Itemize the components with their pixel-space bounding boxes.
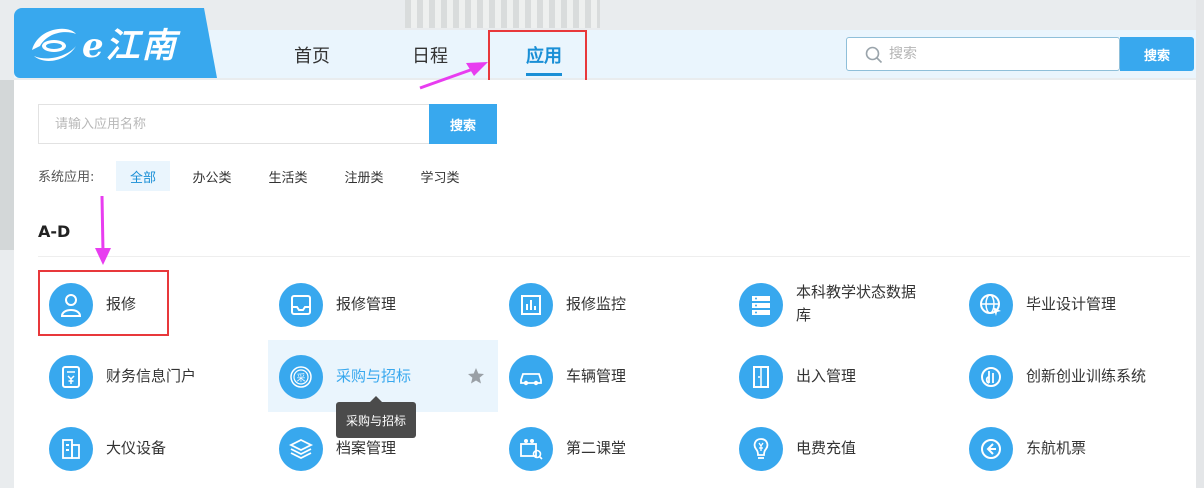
top-search-box[interactable]: [846, 37, 1120, 71]
app-label: 东航机票: [1026, 438, 1087, 457]
top-search-button[interactable]: 搜索: [1120, 37, 1194, 71]
nav-home[interactable]: 首页: [286, 40, 338, 70]
app-item-repair-monitor[interactable]: 报修监控: [498, 268, 728, 340]
monitor-chart-icon: [509, 283, 553, 327]
filter-office[interactable]: 办公类: [185, 161, 239, 191]
app-label: 大仪设备: [106, 438, 167, 457]
app-search-input[interactable]: [55, 116, 415, 132]
star-icon[interactable]: [467, 367, 485, 385]
yen-document-icon: [49, 355, 93, 399]
app-label: 采购与招标: [336, 366, 412, 385]
app-search-button[interactable]: 搜索: [429, 104, 497, 144]
app-item-teaching-database[interactable]: 本科教学状态数据库: [728, 268, 958, 340]
filter-all[interactable]: 全部: [116, 161, 170, 191]
app-label: 毕业设计管理: [1026, 294, 1117, 313]
app-label: 财务信息门户: [106, 366, 197, 385]
filter-label: 系统应用:: [38, 170, 95, 185]
classroom-search-icon: [509, 427, 553, 471]
arrow-circle-icon: [969, 427, 1013, 471]
nav-schedule[interactable]: 日程: [404, 40, 456, 70]
app-label: 档案管理: [336, 438, 397, 457]
app-item-electricity-recharge[interactable]: 电费充值: [728, 412, 958, 484]
app-label: 报修监控: [566, 294, 627, 313]
purchase-seal-icon: 采: [279, 355, 323, 399]
app-item-graduation-design[interactable]: 毕业设计管理: [958, 268, 1190, 340]
hand-circle-icon: [969, 355, 1013, 399]
globe-cursor-icon: [969, 283, 1013, 327]
svg-text:采: 采: [296, 373, 305, 384]
app-item-innovation-training[interactable]: 创新创业训练系统: [958, 340, 1190, 412]
background-building: [405, 0, 600, 28]
annotation-box-repair-app: [38, 270, 169, 336]
app-label: 车辆管理: [566, 366, 627, 385]
filter-registration[interactable]: 注册类: [337, 161, 391, 191]
background-strip-right: [1196, 0, 1204, 488]
app-search-box[interactable]: [38, 104, 430, 144]
logo-swoosh-icon: [32, 28, 76, 61]
layers-icon: [279, 427, 323, 471]
inbox-icon: [279, 283, 323, 327]
app-label: 本科教学状态数据库: [796, 283, 917, 324]
car-icon: [509, 355, 553, 399]
top-search-input[interactable]: [889, 46, 1089, 62]
door-icon: [739, 355, 783, 399]
filter-study[interactable]: 学习类: [413, 161, 467, 191]
building-icon: [49, 427, 93, 471]
app-label: 电费充值: [796, 438, 857, 457]
filter-life[interactable]: 生活类: [261, 161, 315, 191]
app-item-access-management[interactable]: 出入管理: [728, 340, 958, 412]
logo-text: e江南: [82, 26, 178, 66]
app-item-large-instruments[interactable]: 大仪设备: [38, 412, 268, 484]
logo[interactable]: e江南: [14, 8, 217, 78]
app-label: 报修管理: [336, 294, 397, 313]
search-icon: [865, 46, 883, 64]
app-item-finance-portal[interactable]: 财务信息门户: [38, 340, 268, 412]
app-item-repair-management[interactable]: 报修管理: [268, 268, 498, 340]
app-item-eastern-airline-tickets[interactable]: 东航机票: [958, 412, 1190, 484]
app-label: 出入管理: [796, 366, 857, 385]
app-label: 第二课堂: [566, 438, 627, 457]
server-icon: [739, 283, 783, 327]
tooltip: 采购与招标: [336, 396, 416, 438]
app-label: 创新创业训练系统: [1026, 366, 1147, 385]
app-item-second-classroom[interactable]: 第二课堂: [498, 412, 728, 484]
background-strip: [0, 80, 14, 250]
app-item-vehicle-management[interactable]: 车辆管理: [498, 340, 728, 412]
section-divider: [38, 256, 1190, 257]
bulb-yen-icon: [739, 427, 783, 471]
annotation-box-apps-tab: [488, 30, 587, 85]
section-title: A-D: [38, 222, 71, 241]
